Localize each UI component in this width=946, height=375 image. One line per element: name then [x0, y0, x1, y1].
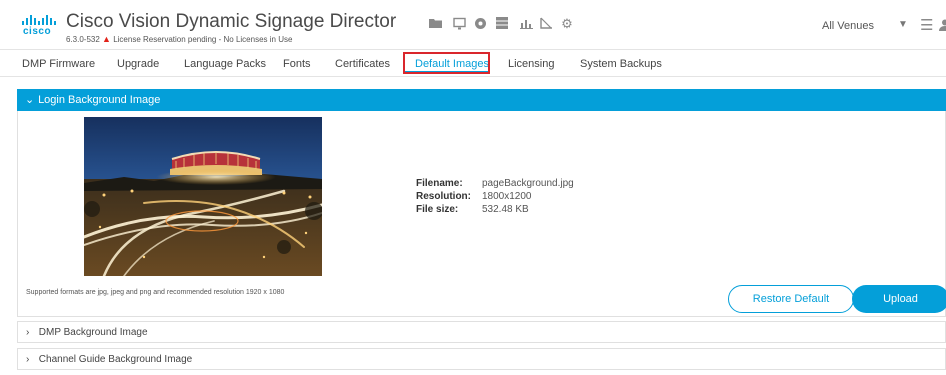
warning-icon: ▲: [102, 34, 111, 44]
supported-formats-note: Supported formats are jpg, jpeg and png …: [26, 289, 285, 296]
restore-default-button[interactable]: Restore Default: [728, 285, 854, 313]
dmp-background-panel-header[interactable]: › DMP Background Image: [17, 321, 946, 343]
chevron-down-icon[interactable]: ▼: [898, 19, 908, 30]
bar-chart-icon[interactable]: [519, 17, 533, 31]
upload-button[interactable]: Upload: [852, 285, 946, 313]
tab-fonts[interactable]: Fonts: [283, 58, 311, 70]
login-background-panel: Filename: pageBackground.jpg Resolution:…: [17, 111, 946, 317]
background-image-preview: [84, 117, 322, 276]
grid-icon[interactable]: [495, 17, 509, 31]
active-tab-highlight: [403, 52, 490, 74]
app-subtitle: 6.3.0-532 ▲ License Reservation pending …: [66, 34, 292, 44]
hamburger-menu-icon[interactable]: ☰: [920, 16, 933, 34]
login-background-panel-header[interactable]: ⌄ Login Background Image: [17, 89, 946, 111]
gear-icon[interactable]: ⚙: [560, 17, 574, 31]
logo-text: cisco: [23, 26, 52, 37]
record-icon[interactable]: [473, 17, 487, 31]
tab-certificates[interactable]: Certificates: [335, 58, 390, 70]
tab-language-packs[interactable]: Language Packs: [184, 58, 266, 70]
app-header: cisco Cisco Vision Dynamic Signage Direc…: [0, 0, 946, 50]
tab-licensing[interactable]: Licensing: [508, 58, 554, 70]
license-warning-text: License Reservation pending - No License…: [113, 35, 293, 44]
folder-icon[interactable]: [428, 17, 442, 31]
venue-selector[interactable]: All Venues: [822, 20, 874, 32]
app-title: Cisco Vision Dynamic Signage Director: [66, 11, 397, 32]
user-icon[interactable]: [938, 18, 946, 32]
filesize-value: 532.48 KB: [482, 204, 529, 215]
panel-title: DMP Background Image: [38, 327, 148, 338]
chevron-right-icon: ›: [26, 327, 30, 338]
channel-guide-background-panel-header[interactable]: › Channel Guide Background Image: [17, 348, 946, 370]
tab-dmp-firmware[interactable]: DMP Firmware: [22, 58, 95, 70]
resolution-label: Resolution:: [416, 191, 471, 202]
filename-label: Filename:: [416, 178, 463, 189]
ruler-icon[interactable]: [539, 17, 553, 31]
resolution-value: 1800x1200: [482, 191, 532, 202]
stadium-night-photo: [84, 117, 322, 276]
tab-system-backups[interactable]: System Backups: [580, 58, 662, 70]
panel-title: Login Background Image: [38, 94, 161, 106]
filename-value: pageBackground.jpg: [482, 178, 574, 189]
filesize-label: File size:: [416, 204, 459, 215]
chevron-down-icon: ⌄: [25, 94, 35, 106]
monitor-icon[interactable]: [452, 17, 466, 31]
cisco-logo[interactable]: cisco: [22, 15, 56, 37]
tab-upgrade[interactable]: Upgrade: [117, 58, 159, 70]
panel-title: Channel Guide Background Image: [38, 354, 193, 365]
chevron-right-icon: ›: [26, 354, 30, 365]
version-text: 6.3.0-532: [66, 35, 100, 44]
